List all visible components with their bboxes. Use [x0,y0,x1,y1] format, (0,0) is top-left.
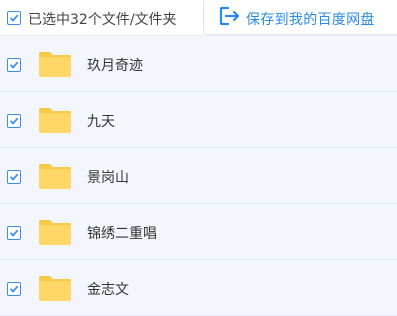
file-row[interactable]: 锦绣二重唱 [0,204,397,260]
file-name[interactable]: 玖月奇迹 [87,55,143,75]
save-export-icon [219,6,240,26]
row-checkbox[interactable] [7,58,21,72]
folder-icon [39,164,71,189]
row-checkbox[interactable] [7,226,21,240]
file-name[interactable]: 锦绣二重唱 [87,223,157,243]
file-row[interactable]: 九天 [0,92,397,148]
checkmark-icon [9,14,19,22]
folder-icon [39,108,71,133]
file-name[interactable]: 金志文 [87,279,129,299]
checkmark-icon [9,229,19,237]
file-row[interactable]: 玖月奇迹 [0,36,397,92]
file-name[interactable]: 景岗山 [87,167,129,187]
row-checkbox[interactable] [7,282,21,296]
select-all-checkbox[interactable] [7,11,21,25]
file-list: 玖月奇迹 九天 景岗山 锦绣二重唱 金志文 [0,36,397,316]
folder-icon [39,220,71,245]
file-row[interactable]: 金志文 [0,260,397,316]
checkmark-icon [9,173,19,181]
folder-icon [39,276,71,301]
save-button-label: 保存到我的百度网盘 [246,12,375,28]
checkmark-icon [9,61,19,69]
folder-icon [39,52,71,77]
save-to-netdisk-button[interactable]: 保存到我的百度网盘 [203,0,397,35]
file-row[interactable]: 景岗山 [0,148,397,204]
selection-count-label: 已选中32个文件/文件夹 [28,12,177,28]
file-name[interactable]: 九天 [87,111,115,131]
file-toolbar: 已选中32个文件/文件夹 保存到我的百度网盘 [0,0,397,36]
checkmark-icon [9,285,19,293]
row-checkbox[interactable] [7,114,21,128]
checkmark-icon [9,117,19,125]
row-checkbox[interactable] [7,170,21,184]
